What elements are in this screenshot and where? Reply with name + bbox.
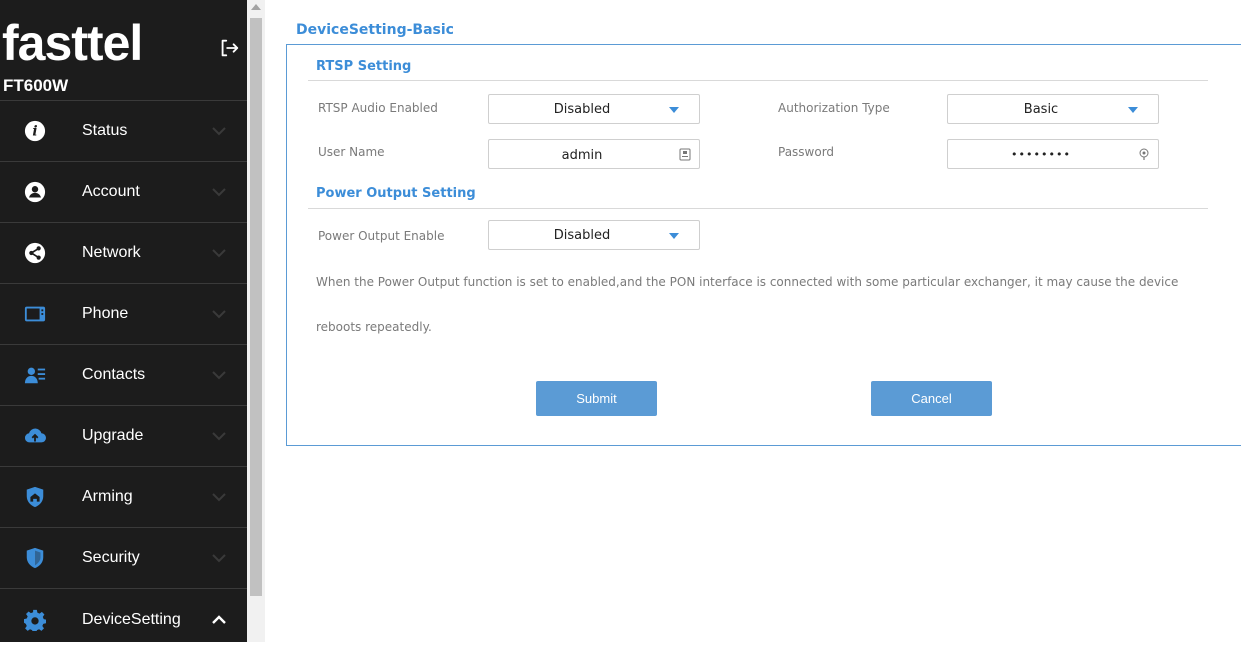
section-divider [308,208,1208,209]
info-icon: i [24,120,46,142]
shield-icon [26,547,44,569]
power-output-note-continued: reboots repeatedly. [316,320,432,334]
chevron-down-icon [212,249,226,258]
scroll-up-arrow-icon[interactable] [251,4,261,10]
power-section-title: Power Output Setting [316,186,476,201]
sidebar-item-network[interactable]: Network [0,223,247,284]
authorization-type-select[interactable]: Basic [947,94,1159,124]
user-name-label: User Name [318,145,385,159]
sidebar-item-label: Account [82,183,140,200]
rtsp-section-title: RTSP Setting [316,59,412,74]
logout-icon[interactable] [218,37,240,59]
chevron-down-icon [212,188,226,197]
id-card-icon [679,148,691,161]
sidebar-item-label: Contacts [82,366,146,383]
power-output-note: When the Power Output function is set to… [316,275,1179,289]
user-name-value: admin [561,148,603,163]
rtsp-audio-select[interactable]: Disabled [488,94,700,124]
caret-down-icon [669,233,679,239]
chevron-up-icon [212,614,226,624]
chevron-down-icon [212,554,226,563]
sidebar-item-label: Security [82,549,140,566]
brand-area: fasttel FT600W [0,0,247,101]
sidebar-item-devicesetting[interactable]: DeviceSetting [0,589,247,650]
chevron-down-icon [212,493,226,502]
power-output-enable-value: Disabled [553,228,611,243]
sidebar-item-contacts[interactable]: Contacts [0,345,247,406]
sidebar: fasttel FT600W i Status Account Network … [0,0,247,642]
sidebar-item-arming[interactable]: Arming [0,467,247,528]
home-shield-icon [26,486,44,508]
chevron-down-icon [212,310,226,319]
rtsp-audio-label: RTSP Audio Enabled [318,101,438,115]
password-label: Password [778,145,835,159]
submit-button[interactable]: Submit [536,381,657,416]
sidebar-scrollbar[interactable] [247,0,265,642]
caret-down-icon [1128,107,1138,113]
cancel-button[interactable]: Cancel [871,381,992,416]
power-output-enable-label: Power Output Enable [318,229,445,243]
password-input[interactable]: •••••••• [947,139,1159,169]
gear-icon [24,609,46,631]
user-icon [24,181,46,203]
chevron-down-icon [212,371,226,380]
power-output-enable-select[interactable]: Disabled [488,220,700,250]
sidebar-item-security[interactable]: Security [0,528,247,589]
sidebar-item-label: Arming [82,488,133,505]
sidebar-item-label: Network [82,244,141,261]
key-icon [1139,148,1149,160]
contacts-icon [24,367,46,384]
brand-logo: fasttel [2,15,143,71]
sidebar-item-status[interactable]: i Status [0,101,247,162]
authorization-type-label: Authorization Type [778,101,890,115]
network-icon [24,242,46,264]
svg-text:i: i [32,124,37,140]
chevron-down-icon [212,432,226,441]
phone-icon [24,306,46,322]
cloud-upload-icon [24,428,46,443]
sidebar-item-label: DeviceSetting [82,610,181,628]
model-name: FT600W [3,76,69,95]
section-divider [308,80,1208,81]
sidebar-item-phone[interactable]: Phone [0,284,247,345]
sidebar-item-label: Phone [82,305,129,322]
rtsp-audio-value: Disabled [553,102,611,117]
chevron-down-icon [212,127,226,136]
page-title: DeviceSetting-Basic [296,22,454,38]
caret-down-icon [669,107,679,113]
sidebar-item-account[interactable]: Account [0,162,247,223]
sidebar-item-label: Status [82,122,128,139]
user-name-input[interactable]: admin [488,139,700,169]
sidebar-item-upgrade[interactable]: Upgrade [0,406,247,467]
sidebar-item-label: Upgrade [82,427,144,444]
password-value: •••••••• [1011,148,1071,161]
scroll-thumb[interactable] [250,18,262,596]
authorization-type-value: Basic [1023,102,1059,117]
